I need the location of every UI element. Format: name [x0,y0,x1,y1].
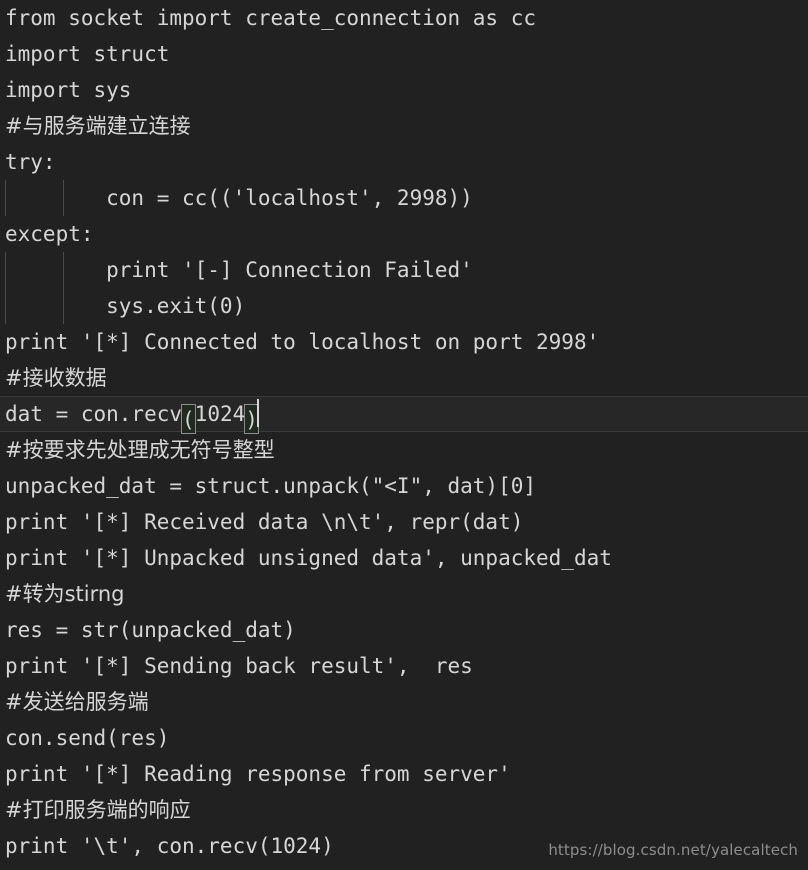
watermark-url: https://blog.csdn.net/yalecaltech [548,841,798,859]
code-line[interactable]: #打印服务端的响应 [0,792,808,828]
code-comment: #接收数据 [5,366,107,390]
code-text: print '[*] Received data \n\t', repr(dat… [5,510,524,534]
code-line[interactable]: import struct [0,36,808,72]
code-text-area[interactable]: from socket import create_connection as … [0,0,808,870]
code-line[interactable]: dat = con.recv(1024) [0,396,808,434]
code-line[interactable]: except: [0,216,808,252]
code-comment: #按要求先处理成无符号整型 [5,438,275,462]
code-text: print '[*] Unpacked unsigned data', unpa… [5,546,612,570]
indent-guide [5,252,6,288]
code-editor[interactable]: from socket import create_connection as … [0,0,808,870]
text-caret [256,399,259,427]
code-comment: #转为stirng [5,582,125,606]
code-text: res = str(unpacked_dat) [5,618,296,642]
indent-guide [63,180,64,216]
bracket-match-open: ( [181,404,196,434]
code-line[interactable]: print '[*] Sending back result', res [0,648,808,684]
code-comment: #打印服务端的响应 [5,798,191,822]
indent-guide [63,288,64,324]
code-line[interactable]: con.send(res) [0,720,808,756]
indent-guide [5,288,6,324]
code-comment: #与服务端建立连接 [5,114,191,138]
code-line[interactable]: print '[*] Received data \n\t', repr(dat… [0,504,808,540]
indent-guide [63,252,64,288]
code-token-prefix: dat = con.recv [5,402,183,426]
code-text: print '[-] Connection Failed' [5,258,473,282]
code-text: sys.exit(0) [5,294,246,318]
code-text: print '[*] Sending back result', res [5,654,473,678]
code-text: print '[*] Connected to localhost on por… [5,330,600,354]
code-line[interactable]: try: [0,144,808,180]
code-line[interactable]: #转为stirng [0,576,808,612]
code-comment: #发送给服务端 [5,690,149,714]
code-line[interactable]: from socket import create_connection as … [0,0,808,36]
code-line[interactable]: print '[*] Unpacked unsigned data', unpa… [0,540,808,576]
code-line[interactable]: con = cc(('localhost', 2998)) [0,180,808,216]
code-text: try: [5,150,56,174]
code-line[interactable]: #按要求先处理成无符号整型 [0,432,808,468]
code-text: import sys [5,78,132,102]
code-token-argument: 1024 [194,402,246,426]
code-text: print '[*] Reading response from server' [5,762,511,786]
code-line[interactable]: print '[-] Connection Failed' [0,252,808,288]
code-text: import struct [5,42,170,66]
code-line[interactable]: print '[*] Reading response from server' [0,756,808,792]
code-line[interactable]: #接收数据 [0,360,808,396]
code-line[interactable]: res = str(unpacked_dat) [0,612,808,648]
code-line[interactable]: unpacked_dat = struct.unpack("<I", dat)[… [0,468,808,504]
indent-guide [5,180,6,216]
code-text: unpacked_dat = struct.unpack("<I", dat)[… [5,474,537,498]
code-line[interactable]: import sys [0,72,808,108]
code-line[interactable]: sys.exit(0) [0,288,808,324]
code-text: except: [5,222,94,246]
code-line[interactable]: #发送给服务端 [0,684,808,720]
code-text: from socket import create_connection as … [5,6,537,30]
code-text: con.send(res) [5,726,170,750]
code-line[interactable]: print '[*] Connected to localhost on por… [0,324,808,360]
code-text: print '\t', con.recv(1024) [5,834,334,858]
code-text: con = cc(('localhost', 2998)) [5,186,473,210]
code-line[interactable]: #与服务端建立连接 [0,108,808,144]
